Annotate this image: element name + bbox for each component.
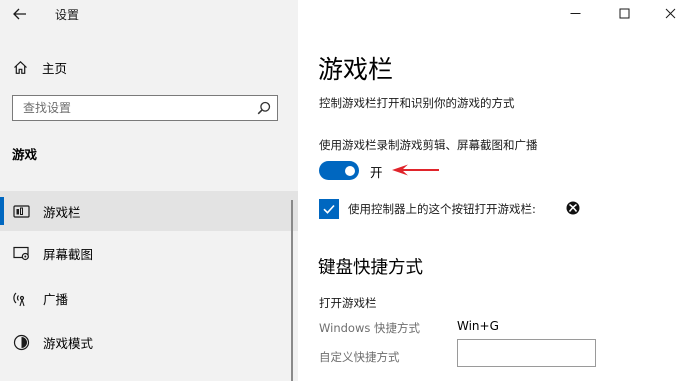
sidebar: 设置 主页 游戏 <box>0 0 298 381</box>
sidebar-item-label: 游戏模式 <box>43 335 94 351</box>
keyboard-shortcuts-heading: 键盘快捷方式 <box>318 258 423 278</box>
search-icon[interactable] <box>257 101 271 115</box>
sidebar-item-game-bar[interactable]: 游戏栏 <box>0 191 298 231</box>
settings-window: 设置 主页 游戏 <box>0 0 689 381</box>
app-title: 设置 <box>55 8 80 22</box>
sidebar-item-label: 屏幕截图 <box>43 246 94 262</box>
sidebar-item-broadcast[interactable]: 广播 <box>0 278 298 318</box>
sidebar-scrollbar[interactable] <box>291 200 293 381</box>
record-setting-label: 使用游戏栏录制游戏剪辑、屏幕截图和广播 <box>319 138 538 152</box>
maximize-icon <box>619 8 629 18</box>
red-annotation-arrow-icon <box>392 164 439 176</box>
sidebar-item-label: 广播 <box>43 291 69 307</box>
back-button[interactable] <box>8 3 32 25</box>
windows-shortcut-value: Win+G <box>457 319 499 333</box>
main-content: 游戏栏 控制游戏栏打开和识别你的游戏的方式 使用游戏栏录制游戏剪辑、屏幕截图和广… <box>298 0 689 381</box>
page-description: 控制游戏栏打开和识别你的游戏的方式 <box>319 96 515 110</box>
game-bar-toggle[interactable] <box>319 161 359 180</box>
sidebar-item-label: 游戏栏 <box>43 204 81 220</box>
search-box[interactable] <box>12 95 278 121</box>
windows-shortcut-label: Windows 快捷方式 <box>319 321 420 335</box>
broadcast-icon <box>12 289 30 307</box>
custom-shortcut-label: 自定义快捷方式 <box>319 350 400 364</box>
open-game-bar-heading: 打开游戏栏 <box>319 296 377 310</box>
page-title: 游戏栏 <box>318 55 394 84</box>
minimize-button[interactable] <box>560 2 590 24</box>
close-button[interactable] <box>655 2 685 24</box>
search-input[interactable] <box>23 100 248 116</box>
checkmark-icon <box>323 204 335 214</box>
sidebar-item-label: 主页 <box>42 60 68 76</box>
sidebar-item-game-mode[interactable]: 游戏模式 <box>0 322 298 362</box>
title-bar: 设置 <box>0 0 298 28</box>
controller-open-checkbox[interactable] <box>319 199 339 219</box>
game-bar-icon <box>12 202 30 220</box>
toggle-state-label: 开 <box>370 165 383 180</box>
sidebar-item-home[interactable]: 主页 <box>0 52 298 82</box>
controller-checkbox-label: 使用控制器上的这个按钮打开游戏栏: <box>348 202 536 216</box>
close-icon <box>665 8 675 18</box>
back-arrow-icon <box>13 8 26 20</box>
xbox-icon <box>566 201 580 215</box>
toggle-knob <box>345 165 355 176</box>
section-heading: 游戏 <box>12 147 38 162</box>
game-mode-icon <box>12 333 30 351</box>
custom-shortcut-input[interactable] <box>457 339 596 367</box>
screen-capture-icon <box>12 244 30 262</box>
home-icon <box>12 59 28 75</box>
maximize-button[interactable] <box>609 2 639 24</box>
minimize-icon <box>570 12 580 14</box>
sidebar-item-screen-capture[interactable]: 屏幕截图 <box>0 233 298 273</box>
